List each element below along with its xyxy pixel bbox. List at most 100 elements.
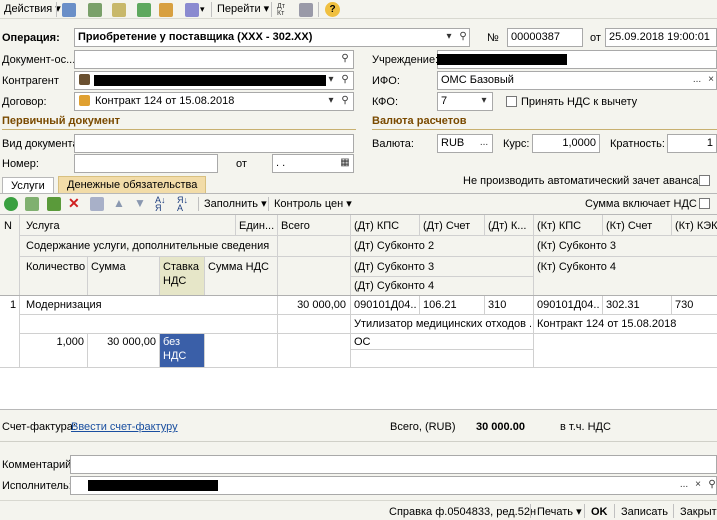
search-icon[interactable]: ⚲	[338, 93, 352, 110]
help-icon[interactable]: ?	[325, 2, 340, 17]
row-kt-account[interactable]: 302.31	[606, 298, 640, 312]
delete-icon[interactable]: ✕	[68, 195, 80, 212]
print-button[interactable]: Печать ▾	[537, 505, 582, 519]
doc-number-field[interactable]	[74, 154, 218, 173]
col-content[interactable]: Содержание услуги, дополнительные сведен…	[26, 239, 269, 253]
col-kt-kek[interactable]: (Кт) КЭК	[675, 219, 717, 233]
end-edit-icon[interactable]	[90, 197, 104, 211]
col-kt-kps[interactable]: (Кт) КПС	[537, 219, 581, 233]
ifo-field[interactable]: ОМС Базовый	[437, 71, 717, 90]
contract-field[interactable]: Контракт 124 от 15.08.2018	[74, 92, 354, 111]
dropdown-arrow-icon[interactable]: ▾	[200, 2, 205, 17]
dropdown-arrow-icon[interactable]: ▾	[324, 72, 338, 89]
col-quantity[interactable]: Количество	[26, 260, 85, 274]
clear-icon[interactable]: ×	[691, 477, 705, 494]
dt-kt-icon[interactable]: Дт Кт	[277, 3, 291, 17]
move-down-icon[interactable]: ▼	[134, 196, 146, 210]
search-icon[interactable]: ⚲	[338, 72, 352, 89]
col-kt-account[interactable]: (Кт) Счет	[606, 219, 652, 233]
col-dt-k[interactable]: (Дт) К...	[488, 219, 531, 233]
row-dt-sub2[interactable]: Утилизатор медицинских отходов ...	[354, 317, 531, 331]
col-unit[interactable]: Един...	[239, 219, 275, 233]
col-dt-sub4[interactable]: (Дт) Субконто 4	[354, 279, 434, 293]
row-dt-kps[interactable]: 090101Д04...	[354, 298, 417, 312]
report-button[interactable]: Справка ф.0504833, ред.52н	[389, 505, 536, 519]
search-icon[interactable]: ⚲	[705, 477, 717, 494]
col-vat-sum[interactable]: Сумма НДС	[208, 260, 269, 274]
sort-desc-icon[interactable]: Я↓ А	[177, 196, 188, 213]
edit-icon[interactable]	[47, 197, 61, 211]
save-button[interactable]: Записать	[621, 505, 668, 519]
tab-services[interactable]: Услуги	[2, 177, 54, 194]
row-dt-account[interactable]: 106.21	[423, 298, 457, 312]
col-service[interactable]: Услуга	[26, 219, 60, 233]
calendar-icon[interactable]: ▦	[338, 155, 352, 172]
close-button[interactable]: Закрыть	[680, 505, 717, 519]
dropdown-arrow-icon[interactable]: ▾	[324, 93, 338, 110]
dropdown-arrow-icon[interactable]: ▾	[477, 93, 491, 110]
row-kt-kps[interactable]: 090101Д04...	[537, 298, 600, 312]
col-total[interactable]: Всего	[281, 219, 310, 233]
sum-includes-vat-checkbox[interactable]	[699, 198, 710, 209]
document-basis-field[interactable]	[74, 50, 354, 69]
rate-field[interactable]: 1,0000	[532, 134, 600, 153]
add-icon[interactable]	[4, 197, 18, 211]
sort-asc-icon[interactable]: А↓ Я	[155, 196, 166, 213]
goto-menu[interactable]: Перейти ▾	[217, 2, 269, 17]
col-vat-rate[interactable]: Ставка НДС	[163, 260, 203, 288]
col-sum[interactable]: Сумма	[91, 260, 126, 274]
row-sum[interactable]: 30 000,00	[90, 335, 156, 349]
multiplicity-field[interactable]: 1	[667, 134, 717, 153]
number-field[interactable]: 00000387	[507, 28, 583, 47]
ok-button[interactable]: OK	[591, 505, 608, 519]
move-up-icon[interactable]: ▲	[113, 196, 125, 210]
refresh-icon[interactable]	[88, 3, 102, 17]
row-n[interactable]: 1	[10, 298, 16, 312]
row-quantity[interactable]: 1,000	[22, 335, 84, 349]
row-dt-k[interactable]: 310	[488, 298, 506, 312]
comment-field[interactable]	[70, 455, 717, 474]
post-icon[interactable]	[62, 3, 76, 17]
grid-line	[19, 256, 717, 257]
no-auto-offset-checkbox[interactable]	[699, 175, 710, 186]
dropdown-arrow-icon[interactable]: ▾	[442, 29, 456, 46]
col-dt-account[interactable]: (Дт) Счет	[423, 219, 470, 233]
price-control-button[interactable]: Контроль цен ▾	[274, 197, 352, 211]
tab-money-obligations[interactable]: Денежные обязательства	[58, 176, 207, 193]
copy-icon[interactable]	[112, 3, 126, 17]
toolbar-separator	[673, 504, 674, 518]
toolbar-separator	[211, 2, 212, 17]
select-icon[interactable]: ...	[477, 135, 491, 152]
operation-field[interactable]: Приобретение у поставщика (XXX - 302.XX)	[74, 28, 470, 47]
fill-button[interactable]: Заполнить ▾	[204, 197, 267, 211]
row-dt-sub3[interactable]: ОС	[354, 335, 371, 349]
clear-icon[interactable]: ×	[704, 72, 717, 89]
grid-line	[419, 215, 420, 235]
doc-type-field[interactable]	[74, 134, 354, 153]
total-label: Всего, (RUB)	[390, 421, 456, 433]
enter-invoice-link[interactable]: Ввести счет-фактуру	[71, 420, 178, 434]
select-icon[interactable]: ...	[677, 477, 691, 494]
col-n[interactable]: N	[4, 219, 12, 233]
dropdown-arrow-icon[interactable]: ...	[690, 72, 704, 89]
col-dt-sub3[interactable]: (Дт) Субконто 3	[354, 260, 434, 274]
row-vat-rate[interactable]: без НДС	[163, 335, 203, 363]
row-total[interactable]: 30 000,00	[279, 298, 346, 312]
actions-menu[interactable]: Действия ▾	[4, 2, 61, 17]
structure-icon[interactable]	[159, 3, 173, 17]
dt-kt-menu-icon[interactable]	[185, 3, 199, 17]
create-based-icon[interactable]	[137, 3, 151, 17]
search-icon[interactable]: ⚲	[338, 51, 352, 68]
search-icon[interactable]: ⚲	[456, 29, 470, 46]
row-kt-sub3[interactable]: Контракт 124 от 15.08.2018	[537, 317, 676, 331]
col-dt-kps[interactable]: (Дт) КПС	[354, 219, 399, 233]
col-kt-sub4[interactable]: (Кт) Субконто 4	[537, 260, 616, 274]
copy-row-icon[interactable]	[25, 197, 39, 211]
row-kt-kek[interactable]: 730	[675, 298, 693, 312]
row-service[interactable]: Модернизация	[26, 298, 102, 312]
date-field[interactable]: 25.09.2018 19:00:01	[605, 28, 717, 47]
col-dt-sub2[interactable]: (Дт) Субконто 2	[354, 239, 434, 253]
col-kt-sub3[interactable]: (Кт) Субконто 3	[537, 239, 616, 253]
journal-icon[interactable]	[299, 3, 313, 17]
vat-deduct-checkbox[interactable]	[506, 96, 517, 107]
